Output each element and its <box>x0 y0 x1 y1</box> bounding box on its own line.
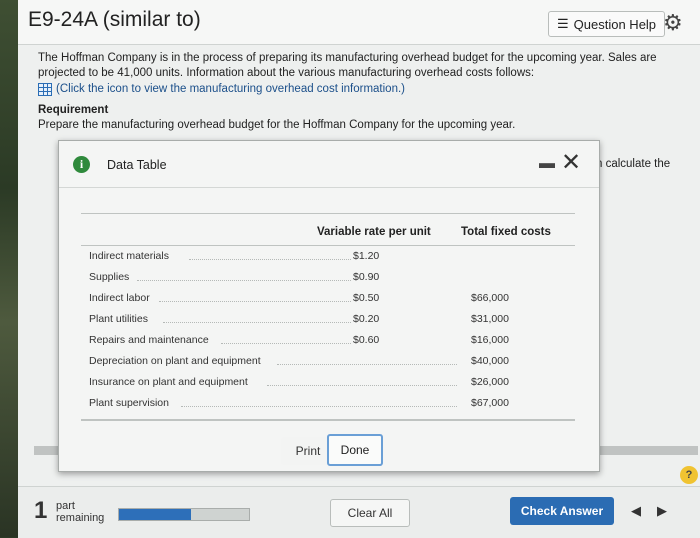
clear-all-button[interactable]: Clear All <box>330 499 410 527</box>
variable-rate-cell: $1.20 <box>353 250 380 262</box>
done-button[interactable]: Done <box>327 434 383 466</box>
table-link-text[interactable]: (Click the icon to view the manufacturin… <box>56 82 405 97</box>
leader-dots <box>267 384 457 386</box>
question-help-button[interactable]: ☰ Question Help <box>548 11 666 37</box>
table-row: Supplies $0.90 <box>81 268 575 289</box>
table-row: Depreciation on plant and equipment $40,… <box>81 352 575 373</box>
progress-fill <box>119 509 191 520</box>
fixed-cost-cell: $31,000 <box>471 313 509 325</box>
data-table-dialog: i Data Table ▬ ✕ Variable rate per unit … <box>58 140 600 472</box>
row-label: Indirect labor <box>89 292 150 304</box>
remaining-label: remaining <box>56 512 105 524</box>
row-label: Depreciation on plant and equipment <box>89 355 261 367</box>
previous-arrow-icon[interactable]: ◀ <box>626 501 646 521</box>
table-row: Indirect materials $1.20 <box>81 247 575 268</box>
part-label: part <box>56 500 75 512</box>
requirement-heading: Requirement <box>38 104 109 116</box>
leader-dots <box>137 279 351 281</box>
info-icon: i <box>73 156 90 173</box>
progress-bar <box>118 508 250 521</box>
close-icon[interactable]: ✕ <box>561 148 581 177</box>
check-answer-button[interactable]: Check Answer <box>510 497 614 525</box>
list-icon: ☰ <box>557 16 569 31</box>
parts-remaining-label: part remaining <box>56 500 104 524</box>
problem-text: The Hoffman Company is in the process of… <box>38 52 657 79</box>
fixed-cost-cell: $40,000 <box>471 355 509 367</box>
table-row: Plant supervision $67,000 <box>81 394 575 415</box>
fixed-cost-cell: $66,000 <box>471 292 509 304</box>
table-row: Plant utilities $0.20 $31,000 <box>81 310 575 331</box>
gear-icon[interactable]: ⚙ <box>663 10 683 36</box>
variable-rate-cell: $0.20 <box>353 313 380 325</box>
variable-rate-cell: $0.90 <box>353 271 380 283</box>
row-label: Plant supervision <box>89 397 169 409</box>
table-row: Repairs and maintenance $0.60 $16,000 <box>81 331 575 352</box>
table-row: Insurance on plant and equipment $26,000 <box>81 373 575 394</box>
row-label: Supplies <box>89 271 130 283</box>
page-title: E9-24A (similar to) <box>28 8 201 31</box>
row-label: Plant utilities <box>89 313 148 325</box>
row-label: Insurance on plant and equipment <box>89 376 248 388</box>
minimize-icon[interactable]: ▬ <box>539 155 555 173</box>
column-header-fixed-costs: Total fixed costs <box>461 226 551 238</box>
dialog-title: Data Table <box>107 158 167 172</box>
help-icon[interactable]: ? <box>680 466 698 484</box>
table-row: Indirect labor $0.50 $66,000 <box>81 289 575 310</box>
requirement-text: Prepare the manufacturing overhead budge… <box>38 119 516 131</box>
leader-dots <box>277 363 457 365</box>
fixed-cost-cell: $26,000 <box>471 376 509 388</box>
leader-dots <box>221 342 351 344</box>
leader-dots <box>159 300 351 302</box>
problem-statement: The Hoffman Company is in the process of… <box>38 51 678 133</box>
header-divider <box>81 245 575 246</box>
leader-dots <box>163 321 351 323</box>
parts-remaining-count: 1 <box>34 497 48 524</box>
question-help-label: Question Help <box>573 16 657 32</box>
overhead-cost-table: Variable rate per unit Total fixed costs… <box>81 213 575 421</box>
row-label: Repairs and maintenance <box>89 334 209 346</box>
leader-dots <box>181 405 457 407</box>
fixed-cost-cell: $16,000 <box>471 334 509 346</box>
leader-dots <box>189 258 351 260</box>
table-icon[interactable] <box>38 83 52 96</box>
variable-rate-cell: $0.60 <box>353 334 380 346</box>
fixed-cost-cell: $67,000 <box>471 397 509 409</box>
next-arrow-icon[interactable]: ▶ <box>652 501 672 521</box>
header-bar: E9-24A (similar to) ☰ Question Help ⚙ <box>18 0 700 45</box>
question-page: E9-24A (similar to) ☰ Question Help ⚙ Th… <box>18 0 700 538</box>
footer-bar: 1 part remaining Clear All Check Answer … <box>18 486 700 538</box>
table-link[interactable]: (Click the icon to view the manufacturin… <box>38 82 678 97</box>
variable-rate-cell: $0.50 <box>353 292 380 304</box>
dialog-header: i Data Table ▬ ✕ <box>59 141 599 188</box>
column-header-variable-rate: Variable rate per unit <box>317 226 431 238</box>
row-label: Indirect materials <box>89 250 169 262</box>
